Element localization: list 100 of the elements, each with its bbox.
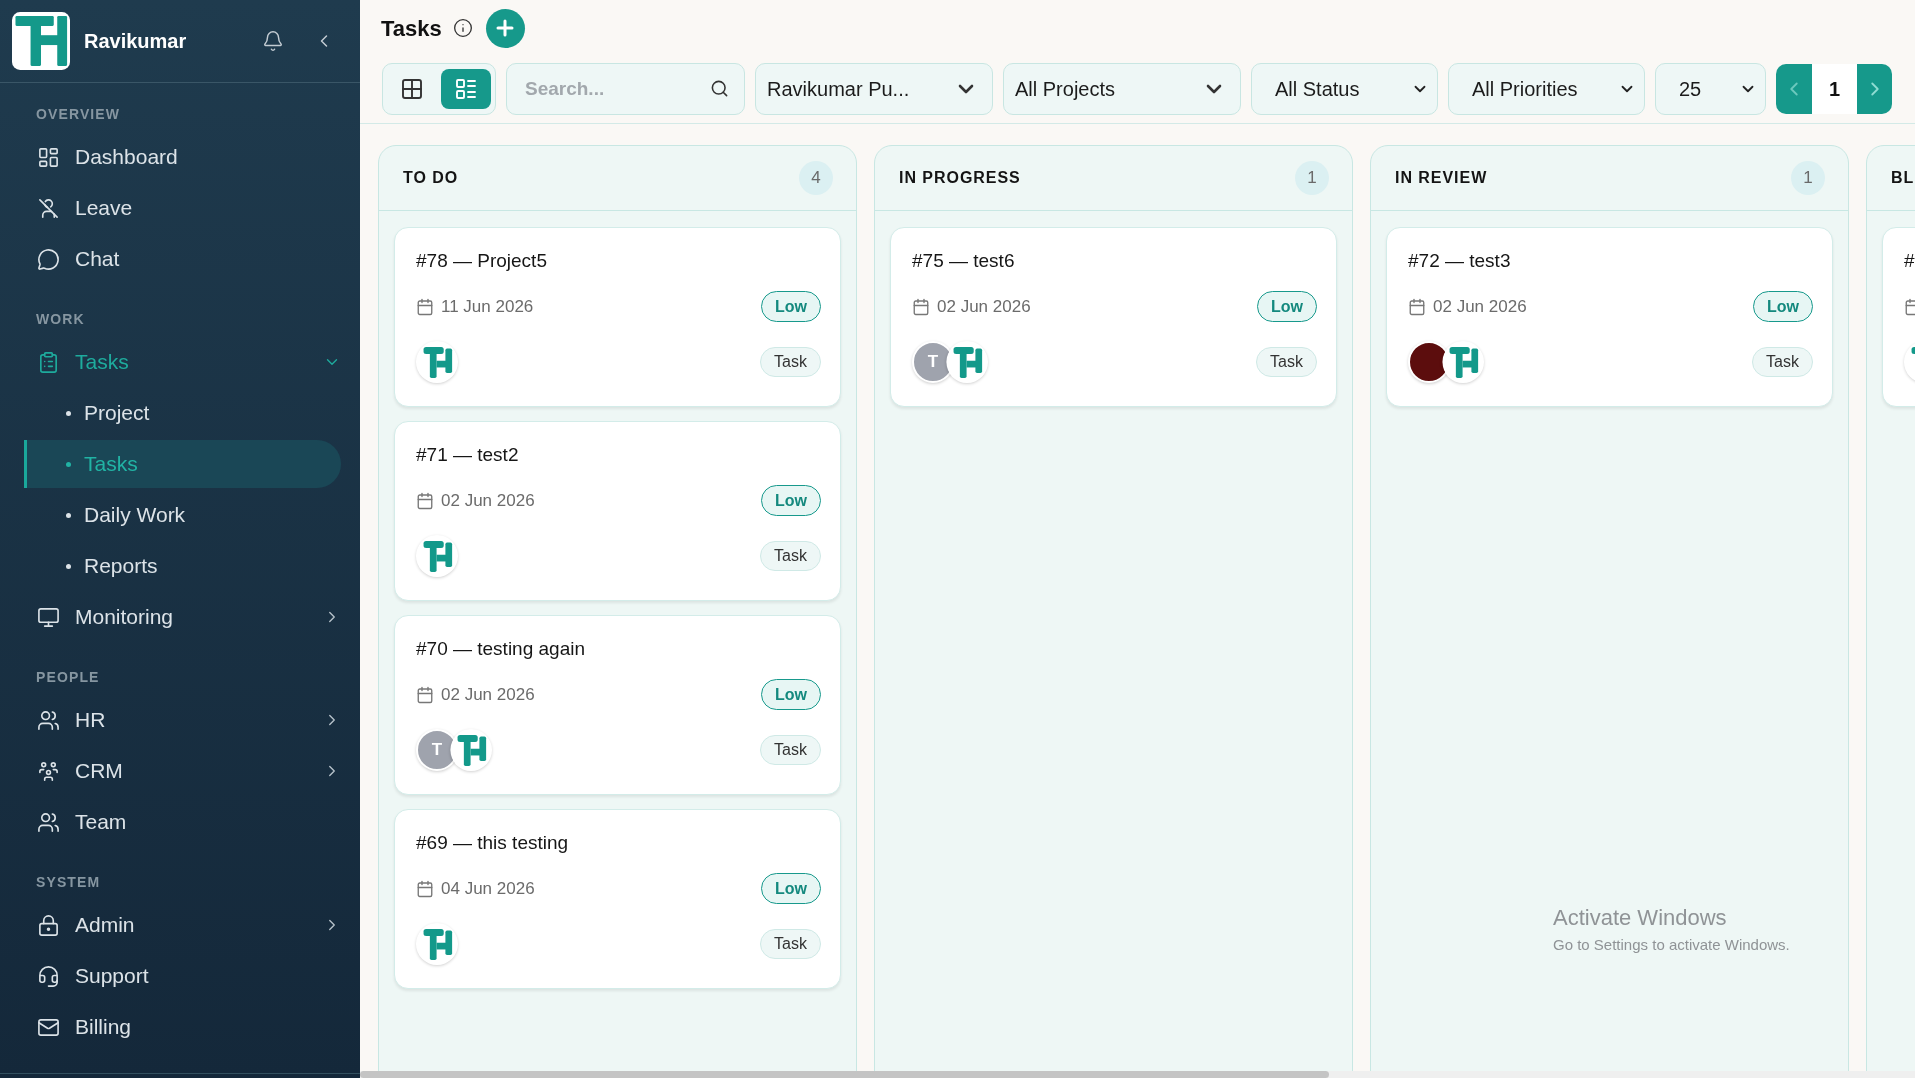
status-dropdown[interactable]: All Status — [1251, 63, 1438, 115]
calendar-icon — [416, 297, 434, 316]
project-dropdown[interactable]: All Projects — [1003, 63, 1241, 115]
column-title: IN PROGRESS — [899, 168, 1021, 188]
nav-item[interactable]: HR — [24, 696, 341, 744]
nav-item[interactable]: Chat — [24, 235, 341, 283]
task-title: #69 — this testing — [416, 831, 569, 855]
task-card[interactable]: #75 — test6 02 Jun 2026 Low T Task — [890, 227, 1337, 407]
nav-subitem[interactable]: Reports — [24, 542, 341, 590]
type-tag: Task — [1256, 347, 1317, 377]
search-field[interactable]: Search... — [506, 63, 745, 115]
due-date: 11 Jun 2026 — [441, 295, 534, 318]
priority-tag: Low — [761, 679, 821, 710]
column-title: BL — [1891, 168, 1915, 188]
bullet-icon — [66, 461, 71, 467]
logo-avatar-icon — [416, 341, 458, 383]
lock-icon — [37, 913, 60, 937]
search-icon — [710, 79, 729, 98]
task-card[interactable]: #78 — Project5 11 Jun 2026 Low Task — [394, 227, 841, 407]
task-card[interactable]: #70 — testing again 02 Jun 2026 Low T Task — [394, 615, 841, 795]
monitor-icon — [37, 605, 60, 629]
section-label: PEOPLE — [35, 669, 100, 686]
bullet-icon — [66, 563, 71, 569]
priority-tag: Low — [761, 291, 821, 322]
nav-item[interactable]: Leave — [24, 184, 341, 232]
brand-name: Ravikumar — [84, 29, 187, 54]
people-icon — [37, 810, 60, 834]
section-label: OVERVIEW — [35, 106, 121, 123]
task-title: #70 — testing again — [416, 637, 585, 661]
type-tag: Task — [760, 929, 821, 959]
task-count: 1 — [1295, 161, 1329, 195]
chat-icon — [37, 247, 60, 271]
nav-subitem[interactable]: Tasks — [24, 440, 341, 488]
logo-avatar-icon — [946, 341, 988, 383]
group-icon — [37, 759, 60, 783]
priority-tag: Low — [1753, 291, 1813, 322]
list-icon — [454, 77, 478, 101]
task-title: #78 — Project5 — [416, 249, 547, 273]
logo-avatar-icon — [416, 923, 458, 965]
people-icon — [37, 708, 60, 732]
nav-item[interactable]: Admin — [24, 901, 341, 949]
logo-avatar-icon — [416, 535, 458, 577]
bullet-icon — [66, 410, 71, 416]
task-card[interactable]: #72 — test3 02 Jun 2026 Low Task — [1386, 227, 1833, 407]
nav-item[interactable]: Team — [24, 798, 341, 846]
priority-tag: Low — [1257, 291, 1317, 322]
due-date: 02 Jun 2026 — [441, 683, 535, 706]
priority-tag: Low — [761, 485, 821, 516]
task-title: # — [1904, 249, 1915, 273]
info-icon[interactable] — [452, 18, 473, 38]
calendar-icon — [1408, 297, 1426, 316]
nav-item[interactable]: CRM — [24, 747, 341, 795]
bell-icon[interactable] — [262, 30, 284, 52]
clipboard-icon — [37, 350, 60, 374]
task-title: #75 — test6 — [912, 249, 1015, 273]
add-task-button[interactable] — [485, 8, 525, 48]
task-count: 4 — [799, 161, 833, 195]
type-tag: Task — [760, 347, 821, 377]
task-card[interactable]: # — [1882, 227, 1915, 407]
nav-subitem[interactable]: Daily Work — [24, 491, 341, 539]
bullet-icon — [66, 512, 71, 518]
priority-dropdown[interactable]: All Priorities — [1448, 63, 1645, 115]
column-title: TO DO — [403, 168, 459, 188]
activation-title: Activate Windows — [1553, 904, 1728, 932]
page-size-dropdown[interactable]: 25 — [1655, 63, 1766, 115]
section-label: WORK — [35, 311, 85, 328]
task-card[interactable]: #71 — test2 02 Jun 2026 Low Task — [394, 421, 841, 601]
activation-message: Go to Settings to activate Windows. — [1553, 935, 1790, 955]
due-date: 02 Jun 2026 — [937, 295, 1031, 318]
task-title: #72 — test3 — [1408, 249, 1511, 273]
nav-item[interactable]: Support — [24, 952, 341, 1000]
grid-icon — [400, 77, 424, 101]
type-tag: Task — [760, 735, 821, 765]
nav-item[interactable]: Dashboard — [24, 133, 341, 181]
section-label: SYSTEM — [35, 874, 101, 891]
headset-icon — [37, 964, 60, 988]
task-card[interactable]: #69 — this testing 04 Jun 2026 Low Task — [394, 809, 841, 989]
nav-item[interactable]: Monitoring — [24, 593, 341, 641]
nav-subitem[interactable]: Project — [24, 389, 341, 437]
scrollbar-track[interactable] — [360, 1071, 1915, 1078]
due-date: 02 Jun 2026 — [1433, 295, 1527, 318]
nav-item[interactable]: Tasks — [24, 338, 341, 386]
nav-item[interactable]: Billing — [24, 1003, 341, 1051]
dashboard-icon — [37, 145, 60, 169]
type-tag: Task — [760, 541, 821, 571]
assignee-dropdown[interactable]: Ravikumar Pu... — [755, 63, 993, 115]
task-title: #71 — test2 — [416, 443, 519, 467]
scrollbar-thumb[interactable] — [360, 1071, 1329, 1078]
calendar-icon — [416, 685, 434, 704]
logo-avatar-icon — [1442, 341, 1484, 383]
logo-avatar-icon — [450, 729, 492, 771]
person-slash-icon — [37, 196, 60, 220]
type-tag: Task — [1752, 347, 1813, 377]
current-page[interactable]: 1 — [1812, 64, 1857, 114]
calendar-icon — [912, 297, 930, 316]
due-date: 04 Jun 2026 — [441, 877, 535, 900]
page-title: Tasks — [381, 14, 442, 43]
logo-icon — [12, 12, 70, 70]
due-date: 02 Jun 2026 — [441, 489, 535, 512]
column-title: IN REVIEW — [1395, 168, 1488, 188]
